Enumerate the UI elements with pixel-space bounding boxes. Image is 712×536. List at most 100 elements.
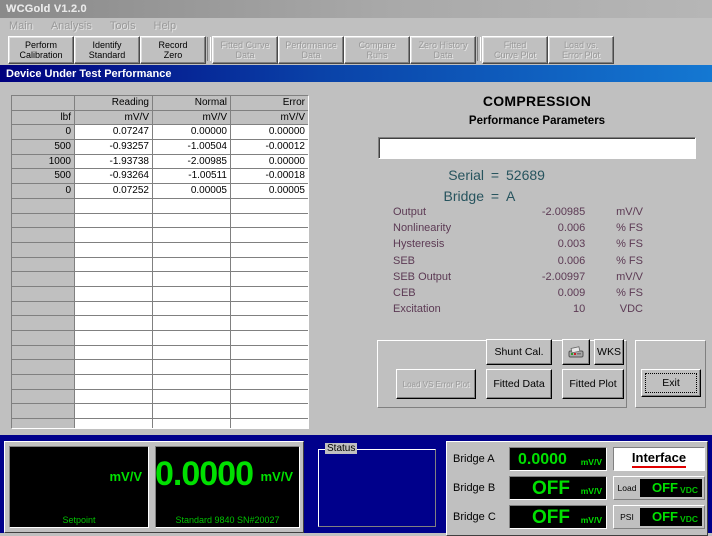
table-cell[interactable]: -0.93264: [75, 169, 153, 184]
menu-item-help[interactable]: Help: [145, 18, 186, 34]
table-row-empty[interactable]: [12, 404, 308, 419]
table-cell[interactable]: [12, 404, 75, 419]
table-cell[interactable]: [153, 272, 231, 287]
table-row[interactable]: 00.072470.000000.00000: [12, 125, 308, 140]
table-cell[interactable]: [231, 243, 308, 258]
table-cell[interactable]: [153, 258, 231, 273]
table-cell[interactable]: [75, 360, 153, 375]
table-cell[interactable]: [12, 287, 75, 302]
table-cell[interactable]: -2.00985: [153, 155, 231, 170]
toolbar-button-load-vs-error-plot[interactable]: Load vs.Error Plot: [548, 36, 614, 64]
table-cell[interactable]: [153, 404, 231, 419]
table-cell[interactable]: [153, 390, 231, 405]
printer-icon-button[interactable]: [562, 339, 590, 365]
toolbar-button-record-zero[interactable]: RecordZero: [140, 36, 206, 64]
table-cell[interactable]: 0.00005: [231, 184, 308, 199]
table-cell[interactable]: [153, 214, 231, 229]
table-cell[interactable]: [12, 302, 75, 317]
table-cell[interactable]: 1000: [12, 155, 75, 170]
table-row-empty[interactable]: [12, 199, 308, 214]
table-cell[interactable]: 0.00000: [231, 155, 308, 170]
table-row-empty[interactable]: [12, 272, 308, 287]
toolbar-button-performance-data[interactable]: PerformanceData: [278, 36, 344, 64]
toolbar-button-fitted-curve-data[interactable]: Fitted CurveData: [212, 36, 278, 64]
table-row-empty[interactable]: [12, 346, 308, 361]
table-row-empty[interactable]: [12, 228, 308, 243]
table-cell[interactable]: [75, 243, 153, 258]
fitted-data-button[interactable]: Fitted Data: [486, 369, 552, 399]
table-cell[interactable]: [231, 346, 308, 361]
table-cell[interactable]: [75, 287, 153, 302]
table-cell[interactable]: [153, 346, 231, 361]
table-cell[interactable]: [231, 404, 308, 419]
table-row[interactable]: 00.072520.000050.00005: [12, 184, 308, 199]
table-cell[interactable]: [12, 214, 75, 229]
table-cell[interactable]: [75, 331, 153, 346]
table-cell[interactable]: 500: [12, 169, 75, 184]
table-cell[interactable]: [153, 228, 231, 243]
table-cell[interactable]: [231, 302, 308, 317]
table-row-empty[interactable]: [12, 258, 308, 273]
table-cell[interactable]: [75, 375, 153, 390]
table-row-empty[interactable]: [12, 390, 308, 405]
table-cell[interactable]: [153, 302, 231, 317]
table-cell[interactable]: [12, 228, 75, 243]
table-cell[interactable]: [153, 243, 231, 258]
table-cell[interactable]: -0.00012: [231, 140, 308, 155]
table-cell[interactable]: [12, 199, 75, 214]
table-cell[interactable]: 0: [12, 184, 75, 199]
table-cell[interactable]: 0.00000: [231, 125, 308, 140]
table-cell[interactable]: [153, 419, 231, 429]
table-cell[interactable]: [153, 331, 231, 346]
load-vs-error-plot-button[interactable]: Load VS Error Plot: [396, 369, 476, 399]
table-cell[interactable]: [12, 375, 75, 390]
table-cell[interactable]: [231, 360, 308, 375]
table-cell[interactable]: [12, 258, 75, 273]
table-cell[interactable]: [12, 419, 75, 429]
table-cell[interactable]: 0.00005: [153, 184, 231, 199]
table-cell[interactable]: 0.07247: [75, 125, 153, 140]
table-cell[interactable]: [231, 419, 308, 429]
table-cell[interactable]: [231, 199, 308, 214]
toolbar-button-fitted-curve-plot[interactable]: FittedCurve Plot: [482, 36, 548, 64]
table-cell[interactable]: [75, 228, 153, 243]
table-cell[interactable]: [12, 346, 75, 361]
table-cell[interactable]: [12, 272, 75, 287]
toolbar-button-zero-history-data[interactable]: Zero HistoryData: [410, 36, 476, 64]
table-row-empty[interactable]: [12, 419, 308, 429]
table-row-empty[interactable]: [12, 375, 308, 390]
table-cell[interactable]: [231, 272, 308, 287]
menu-item-main[interactable]: Main: [0, 18, 42, 34]
shunt-cal-button[interactable]: Shunt Cal.: [486, 339, 552, 365]
table-cell[interactable]: [75, 419, 153, 429]
table-cell[interactable]: [75, 258, 153, 273]
table-cell[interactable]: [75, 390, 153, 405]
interface-panel[interactable]: Interface: [613, 447, 705, 471]
table-cell[interactable]: [231, 258, 308, 273]
table-cell[interactable]: 0.00000: [153, 125, 231, 140]
table-cell[interactable]: [153, 287, 231, 302]
table-cell[interactable]: -0.93257: [75, 140, 153, 155]
table-cell[interactable]: [12, 390, 75, 405]
table-cell[interactable]: [153, 199, 231, 214]
table-cell[interactable]: [231, 214, 308, 229]
table-cell[interactable]: [12, 316, 75, 331]
table-cell[interactable]: [75, 316, 153, 331]
exit-button[interactable]: Exit: [641, 369, 701, 397]
table-row-empty[interactable]: [12, 287, 308, 302]
table-cell[interactable]: [231, 331, 308, 346]
table-row[interactable]: 500-0.93257-1.00504-0.00012: [12, 140, 308, 155]
table-cell[interactable]: [75, 199, 153, 214]
table-row-empty[interactable]: [12, 331, 308, 346]
table-cell[interactable]: [12, 331, 75, 346]
wks-button[interactable]: WKS: [594, 339, 624, 365]
menu-item-analysis[interactable]: Analysis: [42, 18, 101, 34]
table-cell[interactable]: [153, 316, 231, 331]
toolbar-button-identify-standard[interactable]: IdentifyStandard: [74, 36, 140, 64]
table-cell[interactable]: [75, 404, 153, 419]
table-cell[interactable]: [75, 272, 153, 287]
fitted-plot-button[interactable]: Fitted Plot: [562, 369, 624, 399]
table-cell[interactable]: 500: [12, 140, 75, 155]
table-row[interactable]: 500-0.93264-1.00511-0.00018: [12, 169, 308, 184]
table-cell[interactable]: [231, 390, 308, 405]
